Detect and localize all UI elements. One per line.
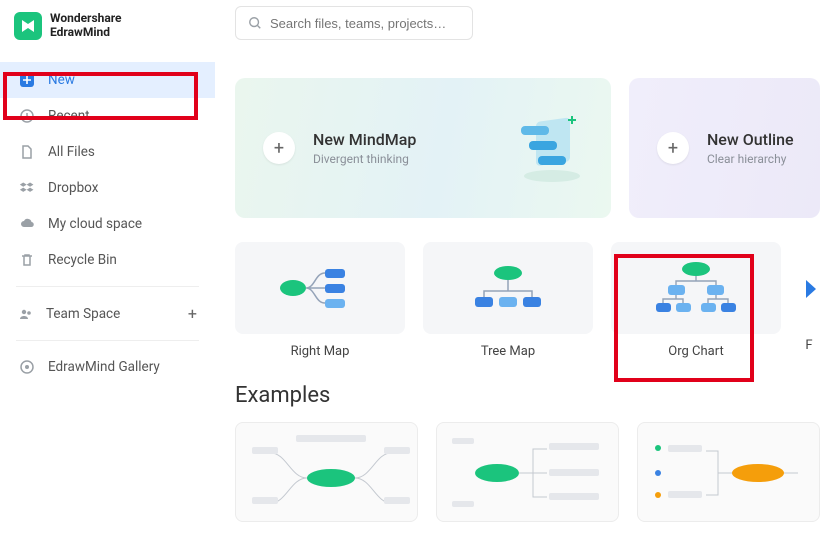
sidebar-item-recent[interactable]: Recent (0, 98, 215, 134)
example-thumb-icon (236, 423, 418, 522)
template-right-map[interactable]: Right Map (235, 242, 405, 359)
card-title: New Outline (707, 130, 794, 149)
divider (16, 286, 199, 287)
sidebar-item-dropbox[interactable]: Dropbox (0, 170, 215, 206)
example-card[interactable] (436, 422, 619, 522)
example-card[interactable] (637, 422, 820, 522)
search-field[interactable] (270, 16, 460, 31)
template-label: Org Chart (668, 344, 723, 359)
sidebar-item-allfiles[interactable]: All Files (0, 134, 215, 170)
next-arrow-icon[interactable] (804, 278, 818, 300)
sidebar-item-label: New (48, 72, 75, 88)
add-team-icon[interactable]: + (188, 304, 197, 323)
template-org-chart[interactable]: Org Chart (611, 242, 781, 359)
sidebar-item-recyclebin[interactable]: Recycle Bin (0, 242, 215, 278)
plus-square-icon (18, 71, 36, 89)
sidebar-item-label: EdrawMind Gallery (48, 359, 160, 375)
gallery-icon (18, 358, 36, 376)
new-mindmap-card[interactable]: + New MindMap Divergent thinking (235, 78, 611, 218)
new-outline-card[interactable]: + New Outline Clear hierarchy (629, 78, 820, 218)
plus-icon: + (263, 132, 295, 164)
app-logo: Wondershare EdrawMind (0, 8, 215, 62)
brand-line2: EdrawMind (50, 26, 122, 40)
sidebar-item-teamspace[interactable]: Team Space + (0, 295, 215, 332)
logo-mark-icon (14, 12, 42, 40)
brand-line1: Wondershare (50, 12, 122, 26)
dropbox-icon (18, 179, 36, 197)
sidebar-item-label: Recent (48, 108, 90, 124)
examples-heading: Examples (235, 383, 820, 408)
main-content: + New MindMap Divergent thinking (215, 0, 820, 546)
org-chart-icon (611, 242, 781, 334)
example-thumb-icon (638, 423, 820, 522)
example-card[interactable] (235, 422, 418, 522)
card-subtitle: Divergent thinking (313, 152, 416, 166)
plus-icon: + (657, 132, 689, 164)
template-tree-map[interactable]: Tree Map (423, 242, 593, 359)
example-thumb-icon (437, 423, 619, 522)
divider (16, 340, 199, 341)
search-input[interactable] (235, 6, 473, 40)
tree-map-icon (423, 242, 593, 334)
file-icon (18, 143, 36, 161)
template-label: Right Map (291, 344, 350, 359)
search-icon (248, 16, 262, 30)
template-label: F (805, 338, 812, 353)
sidebar-item-label: My cloud space (48, 216, 142, 232)
sidebar-item-label: Dropbox (48, 180, 98, 196)
sidebar: Wondershare EdrawMind New Recent All Fil… (0, 0, 215, 546)
sidebar-item-cloud[interactable]: My cloud space (0, 206, 215, 242)
mindmap-illustration-icon (494, 106, 589, 191)
sidebar-item-label: Team Space (46, 306, 120, 322)
template-label: Tree Map (481, 344, 535, 359)
right-map-icon (235, 242, 405, 334)
team-icon (18, 306, 34, 322)
sidebar-item-label: All Files (48, 144, 95, 160)
clock-icon (18, 107, 36, 125)
trash-icon (18, 251, 36, 269)
card-subtitle: Clear hierarchy (707, 152, 794, 166)
sidebar-item-gallery[interactable]: EdrawMind Gallery (0, 349, 215, 385)
sidebar-item-label: Recycle Bin (48, 252, 117, 268)
card-title: New MindMap (313, 130, 416, 149)
sidebar-item-new[interactable]: New (0, 62, 215, 98)
cloud-icon (18, 215, 36, 233)
